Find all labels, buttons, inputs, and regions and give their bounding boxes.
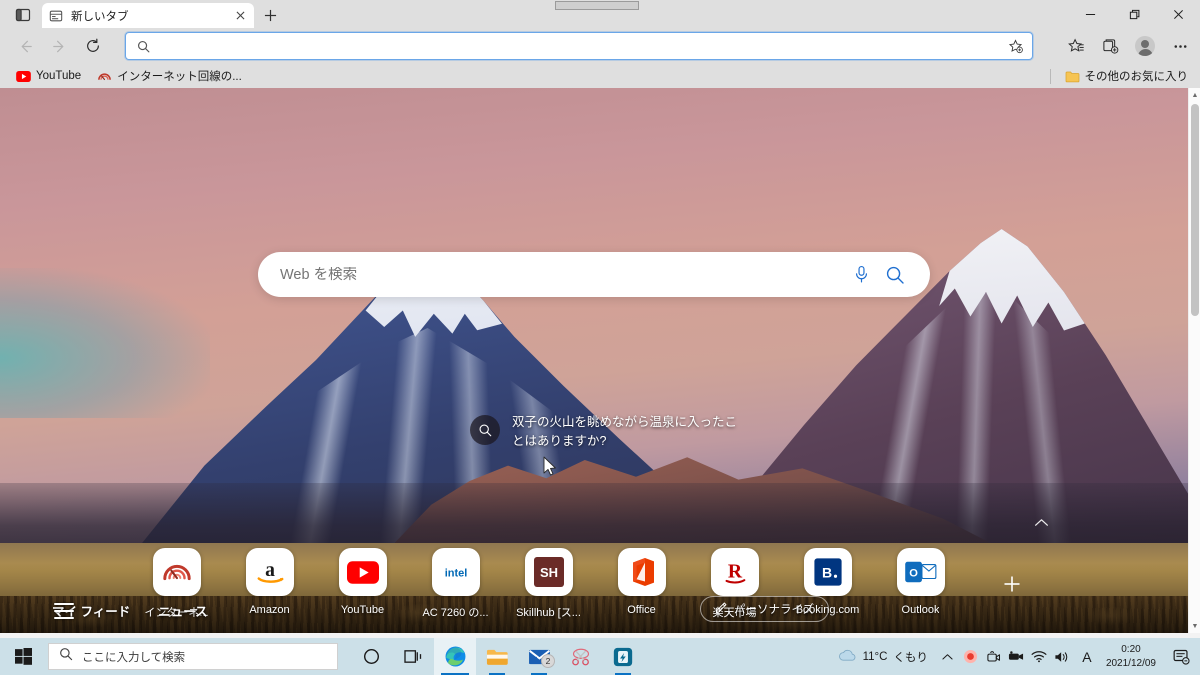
- action-center-icon[interactable]: [1166, 638, 1196, 675]
- window-drag-handle: [555, 1, 639, 10]
- divider: [1049, 68, 1051, 84]
- svg-text:SH: SH: [539, 565, 557, 580]
- screen: 新しいタブ YouTube インターネット回線の... その他のお気に入り We…: [0, 0, 1200, 675]
- bookmark-label: YouTube: [36, 70, 82, 82]
- feed-bar: マイ フィード ニュース: [0, 587, 1188, 633]
- bookmark-item-youtube[interactable]: YouTube: [10, 67, 87, 86]
- svg-text:R: R: [727, 561, 742, 583]
- hamburger-icon[interactable]: [54, 603, 74, 619]
- favorites-icon[interactable]: [1060, 31, 1092, 61]
- address-input[interactable]: [154, 34, 1004, 58]
- power-automate-icon[interactable]: [602, 638, 644, 675]
- bookmarks-other-container: その他のお気に入り: [1049, 64, 1195, 88]
- forward-arrow-icon[interactable]: [42, 31, 76, 61]
- taskbar: ここに入力して検索 2 11°C くもり A 0:20 2021/12/09: [0, 638, 1200, 675]
- chevron-up-icon[interactable]: [936, 638, 959, 675]
- feed-link-news[interactable]: ニュース: [158, 601, 207, 620]
- mail-badge: 2: [541, 654, 555, 668]
- collections-icon[interactable]: [1094, 31, 1126, 61]
- bookmarks-bar: YouTube インターネット回線の... その他のお気に入り: [0, 64, 1200, 88]
- mouse-cursor: [543, 456, 556, 476]
- minimize-icon[interactable]: [1068, 0, 1112, 28]
- speedtest-icon: [97, 69, 112, 84]
- close-icon[interactable]: [1156, 0, 1200, 28]
- svg-text:O: O: [909, 568, 918, 580]
- bookmark-folder-label: その他のお気に入り: [1084, 71, 1189, 83]
- page-search-box[interactable]: [258, 252, 930, 297]
- bookmark-folder-other[interactable]: その他のお気に入り: [1059, 66, 1195, 86]
- search-suggestion[interactable]: 双子の火山を眺めながら温泉に入ったことはありますか?: [470, 413, 744, 452]
- pencil-icon: [715, 602, 727, 617]
- clock-date: 2021/12/09: [1105, 657, 1156, 669]
- youtube-icon: [16, 69, 31, 84]
- edge-icon[interactable]: [434, 638, 476, 675]
- mail-icon[interactable]: 2: [518, 638, 560, 675]
- search-icon: [59, 647, 73, 666]
- tab-list-icon[interactable]: [8, 3, 38, 27]
- snipping-tool-icon[interactable]: [560, 638, 602, 675]
- more-options-icon[interactable]: [1164, 31, 1196, 61]
- new-tab-page-icon: [48, 8, 64, 24]
- add-favorite-icon[interactable]: [1004, 38, 1026, 54]
- system-tray: 11°C くもり A 0:20 2021/12/09: [830, 638, 1200, 675]
- volume-icon[interactable]: [1051, 638, 1074, 675]
- bookmark-item-speedtest[interactable]: インターネット回線の...: [91, 66, 248, 86]
- cloud-icon: [838, 648, 857, 665]
- new-tab-page: 双子の火山を眺めながら温泉に入ったことはありますか? インターネ... a Am…: [0, 88, 1200, 633]
- avatar: [1135, 36, 1155, 56]
- taskbar-search-placeholder: ここに入力して検索: [82, 651, 186, 664]
- taskbar-clock[interactable]: 0:20 2021/12/09: [1100, 643, 1166, 670]
- folder-icon: [1065, 69, 1080, 84]
- tray-condition: くもり: [893, 651, 928, 664]
- taskbar-search-box[interactable]: ここに入力して検索: [48, 643, 338, 670]
- toolbar-actions: [1060, 31, 1196, 61]
- new-tab-button[interactable]: [258, 4, 282, 26]
- task-view-icon[interactable]: [392, 638, 434, 675]
- record-icon[interactable]: [959, 638, 982, 675]
- refresh-icon[interactable]: [76, 31, 110, 61]
- restore-icon[interactable]: [1112, 0, 1156, 28]
- search-icon: [132, 40, 154, 53]
- svg-text:a: a: [265, 559, 275, 581]
- title-bar: 新しいタブ: [0, 0, 1200, 28]
- browser-chrome: 新しいタブ YouTube インターネット回線の... その他のお気に入り: [0, 0, 1200, 88]
- video-capture-icon[interactable]: [1005, 638, 1028, 675]
- camera-icon[interactable]: [982, 638, 1005, 675]
- bookmark-label: インターネット回線の...: [117, 71, 242, 83]
- svg-text:B: B: [821, 565, 831, 581]
- address-bar[interactable]: [125, 32, 1033, 60]
- window-controls: [1068, 0, 1200, 28]
- page-search-icon[interactable]: [878, 258, 912, 292]
- windows-start-icon[interactable]: [0, 638, 46, 675]
- tray-temperature: 11°C: [862, 650, 888, 663]
- sky-teal-glow: [0, 268, 210, 418]
- cortana-circle-icon[interactable]: [350, 638, 392, 675]
- microphone-icon[interactable]: [844, 258, 878, 292]
- chevron-up-icon[interactable]: [1030, 514, 1052, 530]
- wifi-icon[interactable]: [1028, 638, 1051, 675]
- back-arrow-icon[interactable]: [8, 31, 42, 61]
- scroll-down-icon[interactable]: ▼: [1189, 619, 1200, 633]
- clock-time: 0:20: [1121, 644, 1141, 655]
- ime-indicator[interactable]: A: [1074, 638, 1100, 675]
- search-suggestion-text: 双子の火山を眺めながら温泉に入ったことはありますか?: [512, 415, 738, 449]
- scroll-up-icon[interactable]: ▲: [1189, 88, 1200, 102]
- search-bubble-icon: [470, 415, 500, 445]
- browser-tab[interactable]: 新しいタブ: [42, 3, 254, 28]
- tab-title: 新しいタブ: [71, 10, 129, 23]
- page-scrollbar[interactable]: ▲ ▼: [1188, 88, 1200, 633]
- tray-weather[interactable]: 11°C くもり: [830, 648, 936, 665]
- scrollbar-thumb[interactable]: [1191, 104, 1199, 316]
- profile-avatar-icon[interactable]: [1128, 31, 1162, 61]
- personalize-button[interactable]: パーソナライズ: [700, 596, 830, 622]
- close-icon[interactable]: [232, 8, 248, 24]
- navigation-bar: [0, 28, 1200, 64]
- file-explorer-icon[interactable]: [476, 638, 518, 675]
- svg-text:intel: intel: [444, 567, 467, 579]
- page-search-input[interactable]: [280, 266, 844, 283]
- personalize-label: パーソナライズ: [734, 604, 815, 616]
